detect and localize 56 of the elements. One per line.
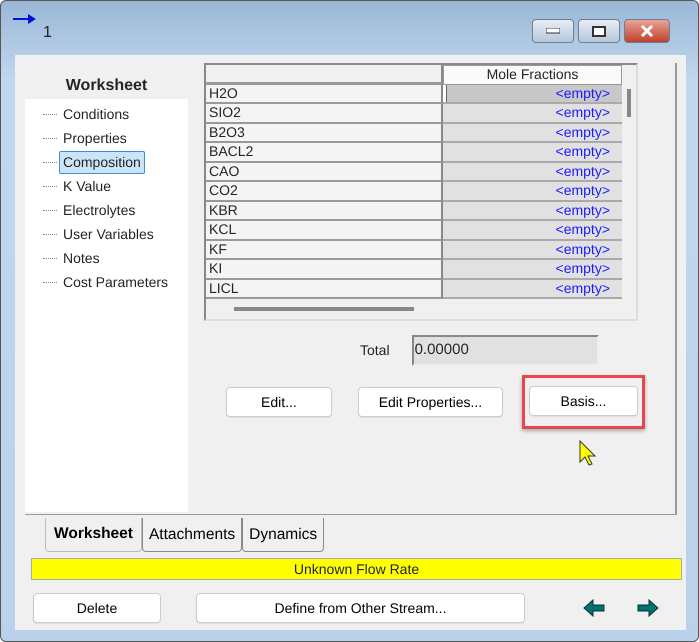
component-cell: LICL [206, 280, 443, 299]
status-bar: Unknown Flow Rate [31, 558, 682, 580]
value-cell[interactable]: <empty> [443, 143, 622, 162]
tree-item[interactable]: User Variables [59, 222, 158, 246]
component-cell: CAO [206, 162, 443, 182]
value-cell[interactable]: <empty> [443, 260, 622, 280]
total-label: Total [360, 341, 390, 360]
component-cell: SIO2 [206, 104, 443, 124]
window-title: 1 [43, 23, 52, 43]
tree-item[interactable]: Properties [59, 126, 131, 150]
edit-button[interactable]: Edit... [226, 387, 332, 417]
value-cell[interactable]: <empty> [443, 280, 622, 299]
component-cell: KF [206, 240, 443, 260]
total-field: 0.00000 [412, 335, 599, 366]
basis-button[interactable]: Basis... [529, 386, 638, 416]
delete-button[interactable]: Delete [33, 593, 161, 624]
tree-item[interactable]: Electrolytes [59, 198, 140, 222]
value-cell[interactable]: <empty> [443, 104, 622, 124]
component-cell: B2O3 [206, 124, 443, 143]
scrollbar-thumb[interactable] [234, 307, 414, 311]
previous-arrow-icon[interactable] [583, 598, 605, 618]
tab[interactable]: Attachments [142, 518, 242, 552]
value-cell[interactable]: <empty> [443, 162, 622, 182]
column-header[interactable]: Mole Fractions [443, 65, 622, 84]
component-cell: KI [206, 260, 443, 280]
component-cell: BACL2 [206, 143, 443, 162]
minimize-icon [546, 28, 560, 34]
component-cell: KCL [206, 221, 443, 240]
tab[interactable]: Worksheet [45, 518, 142, 552]
next-arrow-icon[interactable] [637, 598, 659, 618]
component-cell: KBR [206, 202, 443, 221]
component-cell: CO2 [206, 182, 443, 202]
minimize-button[interactable] [532, 19, 574, 43]
maximize-button[interactable] [578, 19, 620, 43]
sidebar-heading: Worksheet [64, 76, 148, 96]
maximize-icon [592, 26, 606, 36]
tree-item[interactable]: Conditions [59, 102, 134, 126]
value-cell[interactable]: <empty> [443, 221, 622, 240]
edit-properties-button[interactable]: Edit Properties... [358, 387, 503, 417]
define-from-other-stream-button[interactable]: Define from Other Stream... [196, 593, 525, 624]
close-icon [640, 25, 654, 37]
tree-item[interactable]: Cost Parameters [59, 270, 172, 294]
close-button[interactable] [624, 19, 670, 43]
value-cell[interactable]: <empty> [443, 124, 622, 143]
tab[interactable]: Dynamics [242, 518, 324, 552]
value-cell[interactable]: <empty> [443, 202, 622, 221]
tree-item[interactable]: Notes [59, 246, 104, 270]
tree-item[interactable]: K Value [59, 174, 115, 198]
mouse-pointer-icon [579, 440, 597, 466]
component-cell: H2O [206, 84, 443, 104]
scrollbar-thumb[interactable] [627, 88, 631, 116]
value-cell[interactable]: <empty> [443, 182, 622, 202]
tree-item[interactable]: Composition [59, 150, 145, 174]
value-cell[interactable]: <empty> [443, 240, 622, 260]
value-cell[interactable]: <empty> [443, 84, 622, 104]
stream-arrow-icon [13, 13, 37, 25]
